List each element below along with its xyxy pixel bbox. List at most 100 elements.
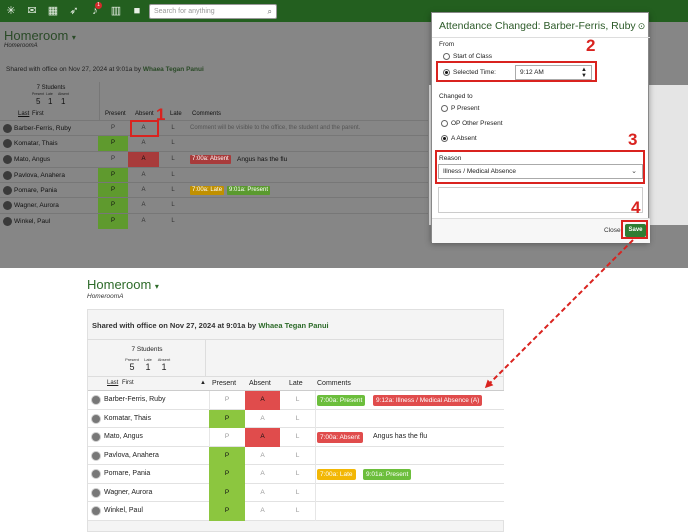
absent-cell[interactable]: A — [245, 447, 280, 466]
avatar — [3, 139, 12, 148]
present-cell[interactable]: P — [98, 168, 128, 183]
late-cell[interactable]: L — [159, 198, 187, 213]
student-name[interactable]: Mato, Angus — [104, 433, 143, 440]
divider — [315, 391, 316, 410]
student-name[interactable]: Winkel, Paul — [14, 218, 50, 225]
present-cell[interactable]: P — [209, 428, 245, 447]
comment-placeholder[interactable]: Comment will be visible to the office, t… — [190, 125, 360, 131]
avatar — [3, 201, 12, 210]
table-row: Winkel, Paul P A L — [0, 213, 428, 229]
present-cell[interactable]: P — [209, 446, 245, 465]
info-circle-icon[interactable]: ⊙ — [638, 21, 646, 31]
present-radio[interactable] — [441, 105, 448, 112]
absent-cell[interactable]: A — [128, 168, 159, 183]
present-cell[interactable]: P — [98, 198, 128, 213]
absent-cell[interactable]: A — [245, 410, 280, 429]
status-tag: 7:00a: Present — [317, 395, 366, 406]
present-cell[interactable]: P — [98, 183, 128, 198]
absent-cell[interactable]: A — [245, 428, 280, 447]
page-title[interactable]: Homeroom ▾ — [87, 277, 159, 292]
present-cell[interactable]: P — [209, 409, 245, 428]
absent-cell[interactable]: A — [128, 214, 159, 229]
absent-radio[interactable] — [441, 135, 448, 142]
divider — [432, 37, 650, 38]
absent-cell[interactable]: A — [245, 502, 280, 521]
table-row: Pavlova, Anahera P A L — [0, 167, 428, 183]
calendar-icon[interactable]: ▦ — [46, 4, 60, 18]
present-cell[interactable]: P — [98, 136, 128, 151]
present-cell[interactable]: P — [209, 483, 245, 502]
folder-icon[interactable]: ■ — [130, 4, 144, 18]
late-cell[interactable]: L — [280, 465, 315, 484]
start-of-class-radio[interactable] — [443, 53, 450, 60]
absent-cell[interactable]: A — [245, 484, 280, 503]
table-row: Wagner, Aurora P A L — [88, 483, 504, 503]
other-present-option-label: OP Other Present — [451, 120, 503, 127]
reason-notes-textarea[interactable] — [438, 187, 643, 213]
table-row: Pomare, Pania P A L 7:00a: Late 9:01a: Presen… — [0, 182, 428, 198]
rocket-icon[interactable]: ➶ — [67, 4, 81, 18]
table-row: Barber-Ferris, Ruby P A L Comment will be vi… — [0, 120, 428, 135]
late-cell[interactable]: L — [280, 447, 315, 466]
chart-icon[interactable]: ▥ — [109, 4, 123, 18]
present-cell[interactable]: P — [209, 465, 245, 484]
late-cell[interactable]: L — [159, 168, 187, 183]
absent-cell[interactable]: A — [128, 198, 159, 213]
late-cell[interactable]: L — [159, 152, 187, 167]
page-title[interactable]: Homeroom ▾ — [4, 28, 76, 43]
chevron-down-icon: ▾ — [71, 33, 76, 42]
absent-cell[interactable]: A — [128, 136, 159, 151]
student-name[interactable]: Pomare, Pania — [104, 470, 150, 477]
late-cell[interactable]: L — [280, 502, 315, 521]
changed-to-label: Changed to — [439, 93, 473, 100]
callout-box-2 — [436, 61, 597, 82]
sort-first[interactable]: First — [122, 380, 134, 386]
student-name[interactable]: Pavlova, Anahera — [14, 172, 65, 179]
late-cell[interactable]: L — [280, 391, 315, 410]
student-name[interactable]: Barber-Ferris, Ruby — [14, 125, 71, 132]
student-name[interactable]: Wagner, Aurora — [14, 202, 59, 209]
absent-cell[interactable]: A — [128, 152, 159, 167]
sort-last[interactable]: Last — [107, 380, 118, 386]
late-cell[interactable]: L — [159, 183, 187, 198]
student-name[interactable]: Mato, Angus — [14, 156, 50, 163]
student-name[interactable]: Komatar, Thais — [14, 140, 58, 147]
student-name[interactable]: Pavlova, Anahera — [104, 452, 159, 459]
sort-arrow-icon[interactable]: ▲ — [200, 380, 206, 386]
divider — [315, 465, 316, 484]
sort-first[interactable]: First — [32, 111, 44, 117]
present-cell[interactable]: P — [98, 214, 128, 229]
other-present-radio[interactable] — [441, 120, 448, 127]
late-cell[interactable]: L — [159, 136, 187, 151]
search-input[interactable]: Search for anything ⌕ — [149, 4, 277, 19]
avatar — [91, 395, 101, 405]
mail-icon[interactable]: ✉ — [25, 4, 39, 18]
status-tag: 9:01a: Present — [227, 186, 271, 195]
student-name[interactable]: Barber-Ferris, Ruby — [104, 396, 165, 403]
late-cell[interactable]: L — [280, 410, 315, 429]
sort-last[interactable]: Last — [18, 111, 29, 117]
status-tag: 7:00a: Late — [317, 469, 356, 480]
late-cell[interactable]: L — [280, 428, 315, 447]
present-cell[interactable]: P — [209, 391, 245, 410]
absent-option-label: A Absent — [451, 135, 477, 142]
shared-status: Shared with office on Nov 27, 2024 at 9:… — [92, 321, 329, 330]
avatar — [91, 413, 101, 424]
present-cell[interactable]: P — [98, 152, 128, 167]
student-name[interactable]: Pomare, Pania — [14, 187, 57, 194]
present-cell[interactable]: P — [98, 121, 128, 136]
callout-box-4 — [621, 220, 648, 239]
student-name[interactable]: Komatar, Thais — [104, 415, 151, 422]
student-name[interactable]: Winkel, Paul — [104, 507, 143, 514]
absent-cell[interactable]: A — [128, 183, 159, 198]
status-tag: 9:01a: Present — [363, 469, 412, 480]
late-cell[interactable]: L — [280, 484, 315, 503]
table-row: Wagner, Aurora P A L — [0, 197, 428, 213]
student-name[interactable]: Wagner, Aurora — [104, 489, 152, 496]
late-cell[interactable]: L — [159, 214, 187, 229]
absent-cell[interactable]: A — [245, 465, 280, 484]
app-logo-icon[interactable]: ✳ — [4, 4, 18, 18]
present-cell[interactable]: P — [209, 502, 245, 521]
absent-cell[interactable]: A — [245, 391, 280, 410]
close-button[interactable]: Close — [604, 227, 621, 234]
